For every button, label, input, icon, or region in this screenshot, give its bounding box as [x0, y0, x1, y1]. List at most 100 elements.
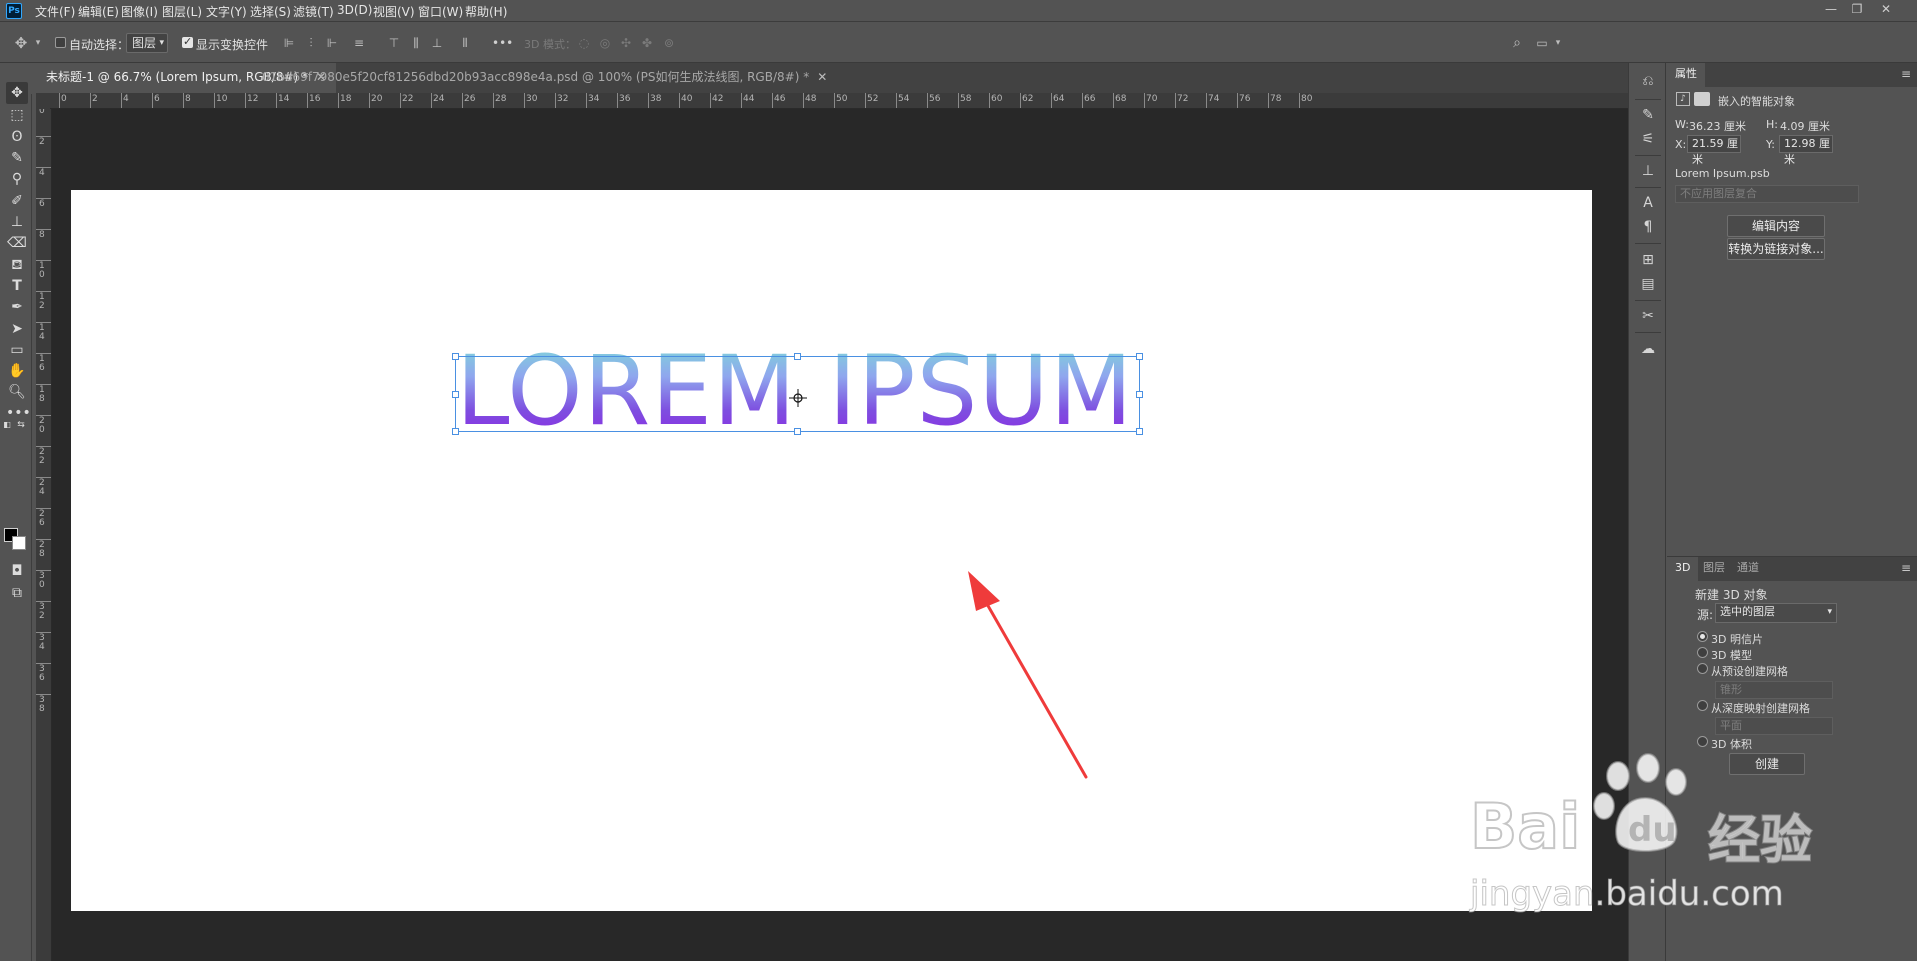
adjustments-icon[interactable]: ⚟: [1638, 129, 1658, 149]
paint-bucket-tool-icon[interactable]: ⛾: [6, 254, 28, 276]
tab-layers[interactable]: 图层: [1695, 557, 1733, 581]
minimize-icon[interactable]: —: [1818, 0, 1844, 20]
more-options-button[interactable]: •••: [492, 36, 513, 50]
document-canvas[interactable]: [71, 190, 1592, 911]
menu-file[interactable]: 文件(F): [35, 3, 75, 20]
eraser-tool-icon[interactable]: ⌫: [6, 232, 28, 254]
default-colors-icon[interactable]: ◧: [2, 414, 12, 436]
reference-point-icon[interactable]: [789, 389, 807, 407]
tab-channels[interactable]: 通道: [1729, 557, 1767, 581]
paragraph-icon[interactable]: ¶: [1638, 217, 1658, 237]
postcard-radio[interactable]: [1697, 631, 1708, 642]
panel-menu-icon[interactable]: ≡: [1901, 561, 1911, 575]
menu-layer[interactable]: 图层(L): [162, 3, 202, 20]
stamp-tool-icon[interactable]: ⊥: [6, 211, 28, 233]
notes-icon[interactable]: ▤: [1638, 274, 1658, 294]
transform-handle-top-left[interactable]: [452, 353, 459, 360]
transform-handle-bottom-right[interactable]: [1136, 428, 1143, 435]
ruler-h-tick-label: 60: [991, 94, 1003, 104]
align-top-icon[interactable]: ⊤: [387, 36, 401, 50]
marquee-tool-icon[interactable]: ⬚: [6, 104, 28, 126]
rectangle-tool-icon[interactable]: ▭: [6, 339, 28, 361]
lasso-tool-icon[interactable]: ʘ: [6, 126, 28, 148]
menu-3d[interactable]: 3D(D): [337, 3, 372, 17]
edit-contents-button[interactable]: 编辑内容: [1727, 215, 1825, 237]
chevron-down-icon[interactable]: ▾: [1551, 36, 1565, 50]
menu-window[interactable]: 窗口(W): [418, 3, 463, 20]
auto-select-target-dropdown[interactable]: 图层 ▾: [126, 33, 168, 53]
x-position-field[interactable]: 21.59 厘米: [1687, 135, 1741, 166]
type-tool-icon[interactable]: T: [6, 275, 28, 297]
background-color-swatch[interactable]: [12, 536, 26, 550]
move-tool-icon[interactable]: ✥: [14, 36, 28, 51]
quick-select-tool-icon[interactable]: ✎: [6, 147, 28, 169]
menu-help[interactable]: 帮助(H): [465, 3, 507, 20]
layer-mask-icon[interactable]: [1694, 92, 1710, 106]
preset-mesh-radio[interactable]: [1697, 663, 1708, 674]
align-middle-v-icon[interactable]: ⫼: [409, 36, 423, 50]
menu-filter[interactable]: 滤镜(T): [293, 3, 334, 20]
history-icon[interactable]: ⎌: [1638, 71, 1658, 91]
tool-presets-icon[interactable]: ✂: [1638, 306, 1658, 326]
workspace-icon[interactable]: ▭: [1535, 36, 1549, 50]
path-select-tool-icon[interactable]: ➤: [6, 318, 28, 340]
brush-tool-icon[interactable]: ✐: [6, 190, 28, 212]
convert-to-linked-button[interactable]: 转换为链接对象...: [1727, 238, 1825, 260]
ruler-h-tick-label: 32: [557, 94, 569, 104]
align-bottom-icon[interactable]: ⊥: [430, 36, 444, 50]
restore-icon[interactable]: ❐: [1844, 0, 1870, 20]
width-value[interactable]: 36.23 厘米: [1689, 118, 1746, 134]
auto-select-checkbox[interactable]: [55, 37, 66, 48]
tab-psd-file[interactable]: 01bd69f7980e5f20cf81256dbd20b93acc898e4a…: [252, 63, 837, 93]
menu-image[interactable]: 图像(I): [121, 3, 158, 20]
transform-handle-top-right[interactable]: [1136, 353, 1143, 360]
create-button[interactable]: 创建: [1729, 753, 1805, 775]
pen-tool-icon[interactable]: ✒: [6, 296, 28, 318]
quick-mask-icon[interactable]: ◘: [6, 560, 28, 582]
align-right-icon[interactable]: ⊩: [325, 36, 339, 50]
distribute-icon[interactable]: ≡: [352, 36, 366, 50]
model-radio[interactable]: [1697, 647, 1708, 658]
transform-handle-left[interactable]: [452, 391, 459, 398]
zoom-tool-icon[interactable]: 🔍︎: [6, 381, 28, 403]
close-icon[interactable]: ✕: [817, 70, 827, 84]
depth-map-radio[interactable]: [1697, 700, 1708, 711]
move-tool-icon[interactable]: ✥: [6, 82, 28, 104]
hand-tool-icon[interactable]: ✋: [6, 360, 28, 382]
align-left-icon[interactable]: ⊫: [282, 36, 296, 50]
close-icon[interactable]: ✕: [1873, 0, 1899, 20]
tab-properties[interactable]: 属性: [1667, 63, 1705, 87]
creative-cloud-icon[interactable]: ☁: [1638, 339, 1658, 359]
clone-source-icon[interactable]: ⊥: [1638, 161, 1658, 181]
transform-handle-bottom-left[interactable]: [452, 428, 459, 435]
vertical-ruler[interactable]: 0 2 4 6 8 10 12 14 16 18 20 22 24 26 28 30 32 34 36 38: [36, 109, 52, 961]
transform-handle-right[interactable]: [1136, 391, 1143, 398]
search-icon[interactable]: ⌕: [1510, 36, 1524, 50]
chevron-down-icon[interactable]: ▾: [31, 36, 45, 50]
transform-handle-top[interactable]: [794, 353, 801, 360]
horizontal-ruler[interactable]: 0 2 4 6 8 10 12 14 16 18 20 22 24 26 28 30 32 34 36 38 40 42 4…: [50, 93, 1628, 109]
menu-edit[interactable]: 编辑(E): [78, 3, 119, 20]
brush-settings-icon[interactable]: ✎: [1638, 105, 1658, 125]
character-icon[interactable]: A: [1638, 193, 1658, 213]
menu-type[interactable]: 文字(Y): [206, 3, 247, 20]
menu-view[interactable]: 视图(V): [373, 3, 415, 20]
canvas-area[interactable]: LOREM IPSUM: [52, 109, 1628, 961]
menu-select[interactable]: 选择(S): [250, 3, 291, 20]
ruler-h-tick-label: 62: [1022, 94, 1034, 104]
tab-3d[interactable]: 3D: [1667, 557, 1699, 581]
align-center-h-icon[interactable]: ⫶: [304, 36, 318, 50]
eyedropper-tool-icon[interactable]: ⚲: [6, 168, 28, 190]
y-position-field[interactable]: 12.98 厘米: [1779, 135, 1833, 166]
volume-radio[interactable]: [1697, 736, 1708, 747]
distribute-v-icon[interactable]: ⦀: [458, 36, 472, 50]
height-value[interactable]: 4.09 厘米: [1780, 118, 1830, 134]
layer-comps-icon[interactable]: ⊞: [1638, 250, 1658, 270]
show-transform-checkbox[interactable]: [182, 35, 193, 48]
source-dropdown[interactable]: 选中的图层 ▾: [1715, 603, 1837, 623]
screen-mode-icon[interactable]: ⧉: [6, 582, 28, 604]
panel-menu-icon[interactable]: ≡: [1901, 67, 1911, 81]
ruler-h-tick-label: 54: [898, 94, 910, 104]
transform-handle-bottom[interactable]: [794, 428, 801, 435]
swap-colors-icon[interactable]: ⇆: [16, 414, 26, 436]
